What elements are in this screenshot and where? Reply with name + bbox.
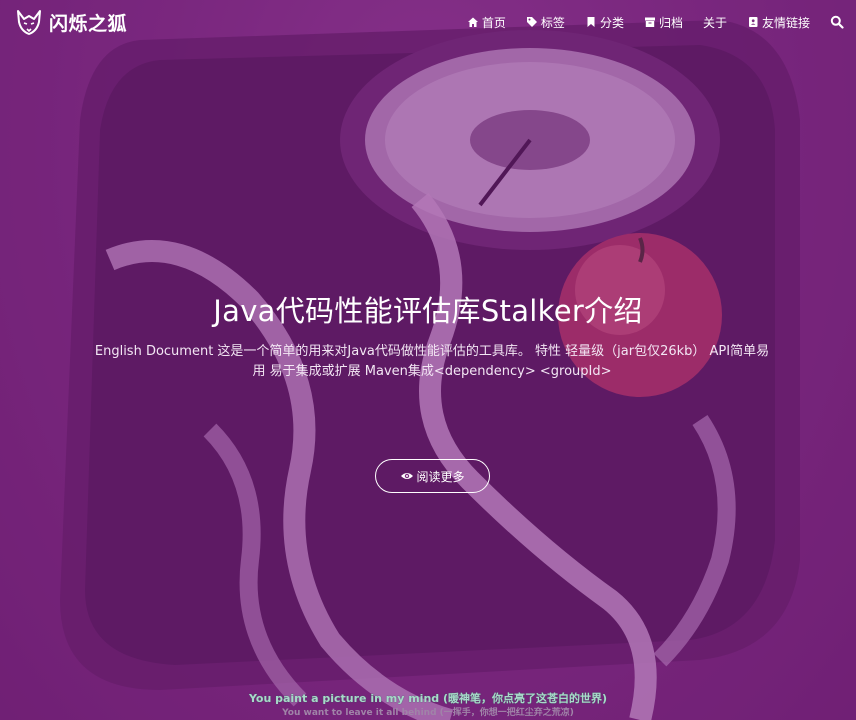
nav-item-label: 友情链接 [761,15,810,30]
nav-item-home[interactable]: 首页 [467,14,506,31]
bookmark-icon [585,16,597,28]
nav-item-label: 标签 [540,15,565,30]
nav-item-label: 归档 [658,15,683,30]
music-lyric-translation: You want to leave it all behind (一挥手，你想一… [282,708,574,718]
nav-item-about[interactable]: 关于 [703,14,727,31]
brand-name: 闪烁之狐 [49,12,128,35]
nav-item-label: 关于 [702,15,727,30]
brand-link[interactable]: 闪烁之狐 [15,8,127,36]
nav-item-label: 分类 [599,15,624,30]
nav-item-tags[interactable]: 标签 [526,14,565,31]
fox-icon [17,10,41,35]
nav-item-label: 首页 [481,15,506,30]
top-navbar: 闪烁之狐 首页 标签 分类 归档 关于 友情链接 [0,0,856,44]
post-title[interactable]: Java代码性能评估库Stalker介绍 [0,288,856,330]
nav-item-friends[interactable]: 友情链接 [747,14,810,31]
address-book-icon [747,16,759,28]
search-icon[interactable] [830,15,844,29]
read-more-label: 阅读更多 [416,469,465,484]
nav-menu: 首页 标签 分类 归档 关于 友情链接 [447,0,844,44]
eye-icon [401,473,414,479]
home-icon [467,16,479,28]
nav-item-categories[interactable]: 分类 [585,14,624,31]
read-more-button[interactable]: 阅读更多 [375,459,490,493]
tags-icon [526,16,538,28]
music-lyric-current: You paint a picture in my mind (暖神笔，你点亮了… [248,692,608,705]
nav-item-archives[interactable]: 归档 [644,14,683,31]
post-summary: English Document 这是一个简单的用来对Java代码做性能评估的工… [94,344,770,379]
archive-icon [644,16,656,28]
